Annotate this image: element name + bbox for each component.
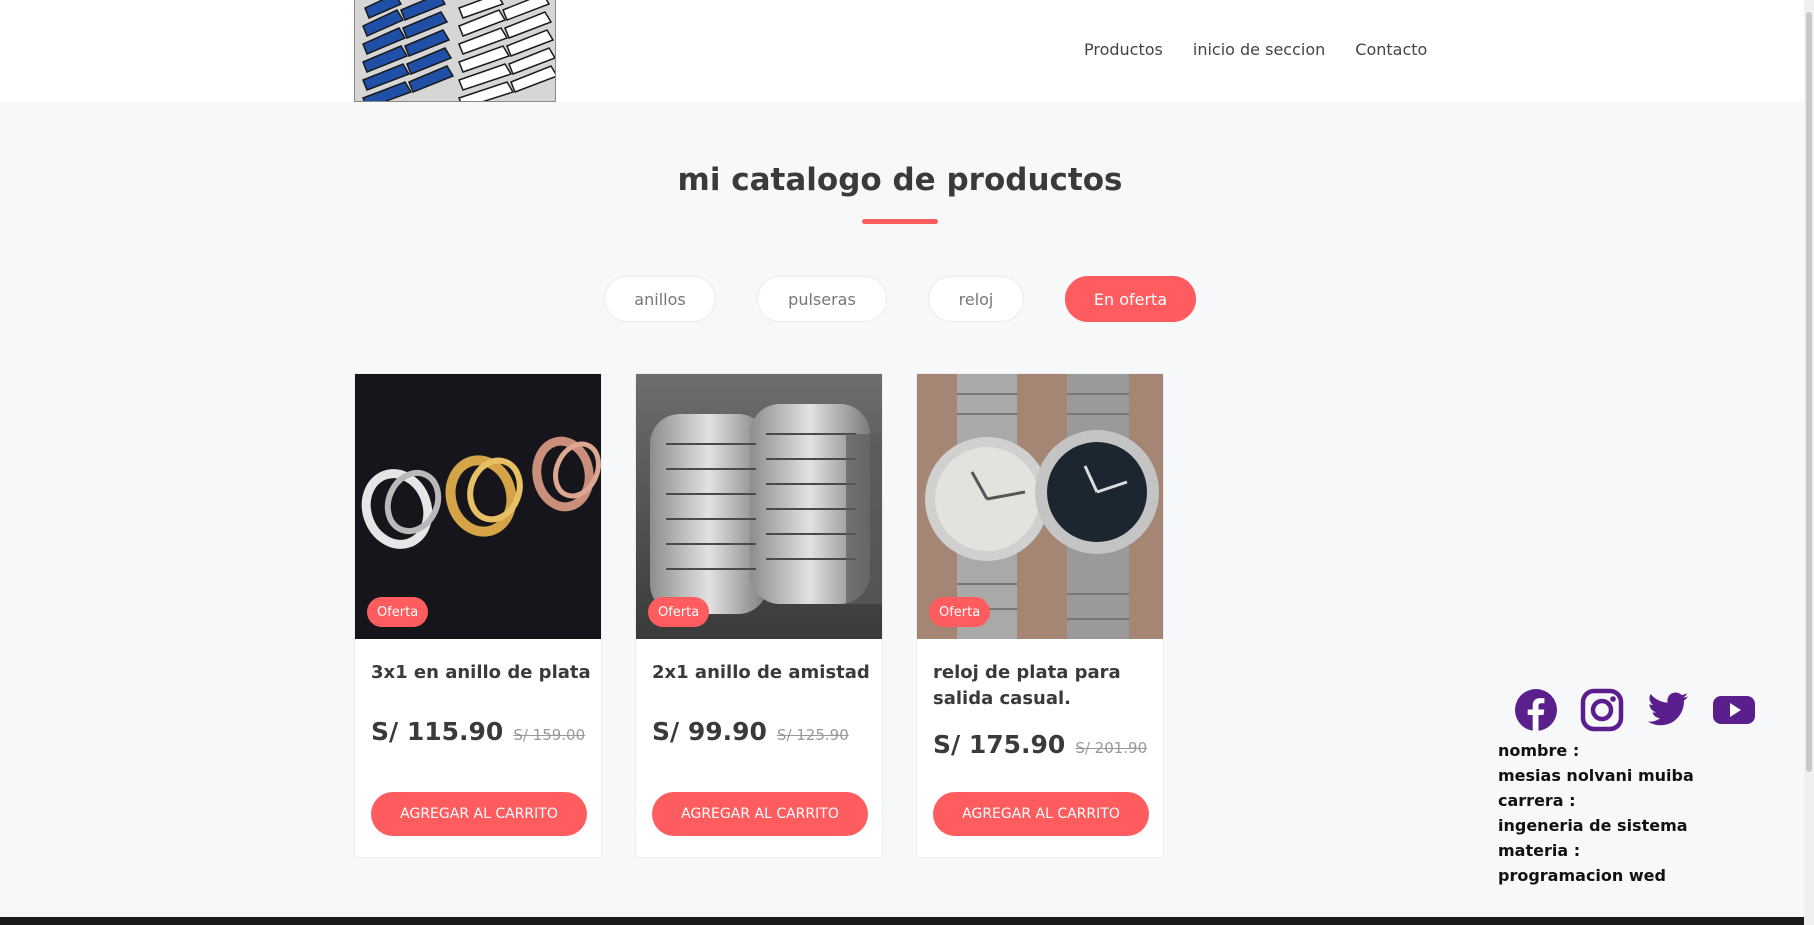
nav-productos[interactable]: Productos (1084, 40, 1163, 59)
product-old-price: S/ 201.90 (1075, 739, 1148, 757)
offer-badge: Oferta (367, 597, 429, 627)
twitter-icon[interactable] (1646, 688, 1690, 732)
scrollbar-thumb[interactable] (1806, 12, 1812, 772)
title-underline (862, 219, 938, 224)
author-info: nombre : mesias nolvani muiba carrera : … (1498, 738, 1694, 888)
add-to-cart-button[interactable]: AGREGAR AL CARRITO (652, 792, 868, 836)
product-price: S/ 99.90 (652, 717, 767, 746)
filter-pulseras[interactable]: pulseras (757, 276, 887, 322)
product-old-price: S/ 125.90 (776, 726, 849, 744)
product-card: Oferta 3x1 en anillo de plata S/ 115.90 … (354, 373, 602, 858)
offer-badge: Oferta (929, 597, 991, 627)
nav-contacto[interactable]: Contacto (1355, 40, 1427, 59)
price-row: S/ 175.90 S/ 201.90 (933, 730, 1147, 759)
filter-reloj[interactable]: reloj (928, 276, 1024, 322)
carrera-label: carrera : (1498, 791, 1576, 810)
catalog-title: mi catalogo de productos (677, 162, 1123, 198)
materia-label: materia : (1498, 841, 1581, 860)
materia-value: programacion wed (1498, 866, 1666, 885)
social-links (1514, 688, 1756, 732)
facebook-icon[interactable] (1514, 688, 1558, 732)
product-name: 3x1 en anillo de plata (371, 662, 591, 683)
nombre-label: nombre : (1498, 741, 1580, 760)
scrollbar[interactable] (1804, 0, 1814, 925)
product-card: Oferta 2x1 anillo de amistad S/ 99.90 S/… (635, 373, 883, 858)
product-old-price: S/ 159.00 (513, 726, 586, 744)
carrera-value: ingeneria de sistema (1498, 816, 1688, 835)
youtube-icon[interactable] (1712, 688, 1756, 732)
add-to-cart-button[interactable]: AGREGAR AL CARRITO (371, 792, 587, 836)
product-price: S/ 175.90 (933, 730, 1066, 759)
instagram-icon[interactable] (1580, 688, 1624, 732)
product-name: 2x1 anillo de amistad (652, 662, 870, 683)
product-name: reloj de plata para salida casual. (933, 662, 1121, 709)
offer-badge: Oferta (648, 597, 710, 627)
footer-bar (0, 917, 1814, 925)
filter-en-oferta[interactable]: En oferta (1065, 276, 1196, 322)
price-row: S/ 99.90 S/ 125.90 (652, 717, 849, 746)
logo[interactable] (354, 0, 556, 102)
main-nav: Productos inicio de seccion Contacto (1084, 40, 1427, 59)
header: Productos inicio de seccion Contacto (0, 0, 1814, 102)
nombre-value: mesias nolvani muiba (1498, 766, 1694, 785)
filter-anillos[interactable]: anillos (604, 276, 716, 322)
nav-inicio-de-seccion[interactable]: inicio de seccion (1193, 40, 1325, 59)
add-to-cart-button[interactable]: AGREGAR AL CARRITO (933, 792, 1149, 836)
product-card: Oferta reloj de plata para salida casual… (916, 373, 1164, 858)
filter-bar: anillos pulseras reloj En oferta (0, 276, 1800, 322)
product-price: S/ 115.90 (371, 717, 504, 746)
price-row: S/ 115.90 S/ 159.00 (371, 717, 585, 746)
